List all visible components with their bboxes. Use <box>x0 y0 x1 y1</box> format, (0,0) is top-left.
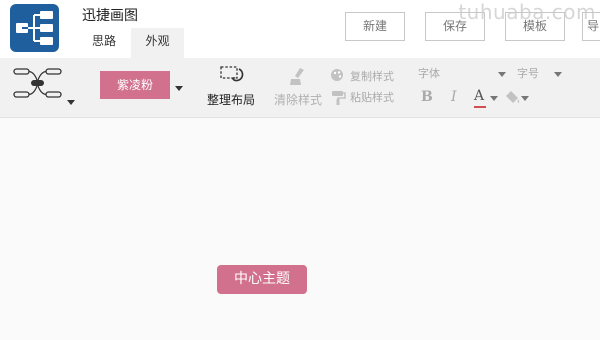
mindmap-canvas[interactable] <box>0 119 600 340</box>
app-title: 迅捷画图 <box>82 8 138 24</box>
font-color-swatch <box>474 106 486 108</box>
tab-waiguan[interactable]: 外观 <box>131 28 184 58</box>
font-family-select[interactable]: 字体 <box>418 65 440 81</box>
copy-style-button[interactable]: 复制样式 <box>350 68 394 84</box>
italic-button[interactable]: I <box>451 89 457 105</box>
app-logo <box>10 4 59 52</box>
new-button[interactable]: 新建 <box>345 12 405 41</box>
font-size-select[interactable]: 字号 <box>517 65 539 81</box>
structure-icon[interactable] <box>12 66 64 102</box>
brush-icon <box>288 67 308 91</box>
format-toolbar: 紫凌粉 整理布局 清除样式 复制样式 粘贴样式 字体 字号 B I A <box>0 58 600 118</box>
paste-style-button[interactable]: 粘贴样式 <box>350 89 394 105</box>
paint-roller-icon <box>330 89 346 109</box>
copy-style-icon <box>330 67 346 87</box>
font-color-label: A <box>474 88 485 104</box>
tab-silu[interactable]: 思路 <box>80 28 128 58</box>
fill-bucket-icon[interactable] <box>505 89 521 109</box>
top-bar: 迅捷画图 思路 外观 新建 保存 模板 导 tuhuaba.com <box>0 0 600 58</box>
chevron-down-icon[interactable] <box>490 96 498 101</box>
theme-color-button[interactable]: 紫凌粉 <box>100 71 170 99</box>
bold-button[interactable]: B <box>421 89 433 105</box>
central-topic-node[interactable]: 中心主题 <box>217 265 307 294</box>
chevron-down-icon[interactable] <box>521 96 529 101</box>
chevron-down-icon[interactable] <box>498 72 506 77</box>
chevron-down-icon[interactable] <box>175 86 183 91</box>
chevron-down-icon[interactable] <box>67 100 75 105</box>
watermark: tuhuaba.com <box>458 0 596 24</box>
layout-button[interactable]: 整理布局 <box>207 91 255 108</box>
layout-icon[interactable] <box>220 65 246 89</box>
clear-style-button[interactable]: 清除样式 <box>274 91 322 108</box>
font-color-button[interactable]: A <box>474 88 486 108</box>
chevron-down-icon[interactable] <box>554 72 562 77</box>
